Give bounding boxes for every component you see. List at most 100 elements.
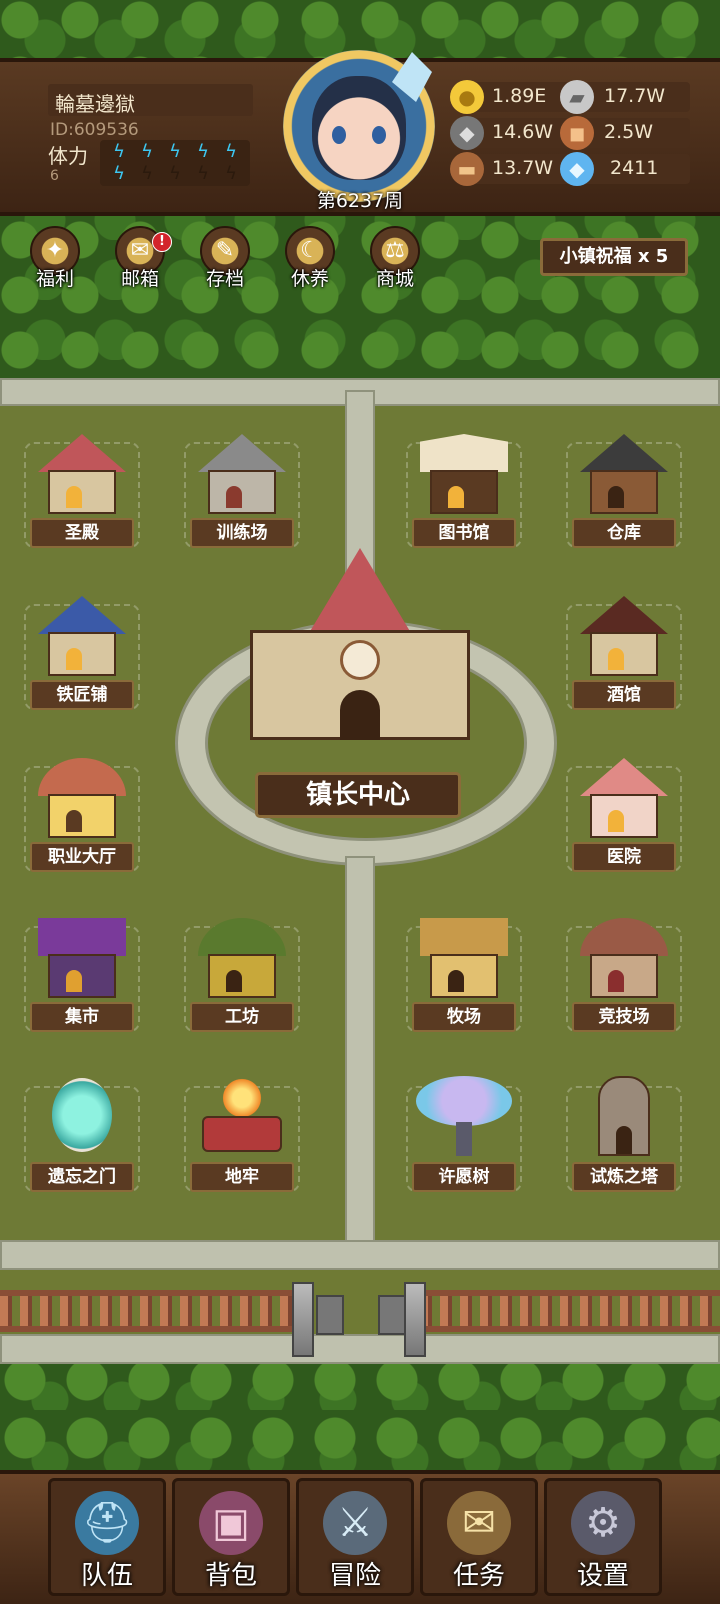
player-name: 輪墓邊獄 xyxy=(55,92,135,116)
nav-quest-label: 任务 xyxy=(452,1561,505,1591)
building-trial-tower[interactable]: 试炼之塔 xyxy=(562,1072,686,1202)
nav-settings-label: 设置 xyxy=(576,1561,629,1591)
crossed-swords-icon: ⚔ xyxy=(323,1491,387,1555)
menu-save[interactable]: ✎ 存档 xyxy=(190,226,262,292)
building-label: 酒馆 xyxy=(572,680,676,710)
building-ranch[interactable]: 牧场 xyxy=(402,912,526,1042)
building-dungeon[interactable]: 地牢 xyxy=(180,1072,304,1202)
stamina-bolt-icon: ϟ xyxy=(141,141,153,162)
tavern-icon xyxy=(580,596,668,676)
nav-team-label: 队伍 xyxy=(80,1561,133,1591)
building-label: 医院 xyxy=(572,842,676,872)
mail-notification-badge: ! xyxy=(152,232,172,252)
nav-quest-button[interactable]: ✉ 任务 xyxy=(420,1478,538,1596)
training-ground-icon xyxy=(198,434,286,514)
nav-adventure-button[interactable]: ⚔ 冒险 xyxy=(296,1478,414,1596)
nav-team-button[interactable]: ⛑ 队伍 xyxy=(48,1478,166,1596)
menu-welfare[interactable]: ✦ 福利 xyxy=(20,226,92,292)
building-class-hall[interactable]: 职业大厅 xyxy=(20,752,144,882)
resource-gold-value: 1.89E xyxy=(492,85,547,107)
wood-log-icon: ▬ xyxy=(450,152,484,186)
road-bottom xyxy=(0,1334,720,1364)
menu-shop[interactable]: ⚖ 商城 xyxy=(360,226,432,292)
building-workshop[interactable]: 工坊 xyxy=(180,912,304,1042)
wishing-tree-icon xyxy=(416,1076,512,1126)
arena-icon xyxy=(580,918,668,998)
building-label: 遗忘之门 xyxy=(30,1162,134,1192)
menu-mailbox-label: 邮箱 xyxy=(120,268,159,290)
stamina-label: 体力 xyxy=(48,144,88,168)
stamina-bolt-icon: ϟ xyxy=(169,141,181,162)
resource-wood-value: 13.7W xyxy=(492,157,554,179)
building-label: 许愿树 xyxy=(412,1162,516,1192)
settings-gear-icon: ⚙ xyxy=(571,1491,635,1555)
building-blacksmith[interactable]: 铁匠铺 xyxy=(20,590,144,720)
gate-door-left[interactable] xyxy=(316,1295,344,1335)
mayor-window-icon xyxy=(340,640,380,680)
building-label: 图书馆 xyxy=(412,518,516,548)
stamina-count: 6 xyxy=(50,168,59,184)
mayor-center-label[interactable]: 镇长中心 xyxy=(255,772,461,818)
resource-iron-value: 17.7W xyxy=(604,85,666,107)
building-wishing-tree[interactable]: 许愿树 xyxy=(402,1072,526,1202)
building-label: 工坊 xyxy=(190,1002,294,1032)
building-arena[interactable]: 竞技场 xyxy=(562,912,686,1042)
team-helmet-icon: ⛑ xyxy=(75,1491,139,1555)
player-id: ID:609536 xyxy=(50,120,139,140)
menu-rest[interactable]: ☾ 休养 xyxy=(275,226,347,292)
building-label: 牧场 xyxy=(412,1002,516,1032)
class-hall-icon xyxy=(38,758,126,838)
week-counter: 第6237周 xyxy=(316,190,404,212)
building-label: 竞技场 xyxy=(572,1002,676,1032)
building-warehouse[interactable]: 仓库 xyxy=(562,428,686,558)
iron-ingot-icon: ▰ xyxy=(560,80,594,114)
building-label: 训练场 xyxy=(190,518,294,548)
hospital-icon xyxy=(580,758,668,838)
stamina-bolt-empty-icon: ϟ xyxy=(169,163,181,184)
resource-stone-value: 14.6W xyxy=(492,121,554,143)
quest-scroll-icon: ✉ xyxy=(447,1491,511,1555)
building-market[interactable]: 集市 xyxy=(20,912,144,1042)
avatar-portrait xyxy=(312,76,406,180)
ranch-icon xyxy=(420,918,508,998)
building-temple[interactable]: 圣殿 xyxy=(20,428,144,558)
market-tent-icon xyxy=(38,918,126,998)
menu-shop-label: 商城 xyxy=(375,268,414,290)
town-blessing-button[interactable]: 小镇祝福 x 5 xyxy=(540,238,688,276)
building-tavern[interactable]: 酒馆 xyxy=(562,590,686,720)
tower-door xyxy=(616,1126,632,1154)
gate-door-right[interactable] xyxy=(378,1295,406,1335)
building-label: 地牢 xyxy=(190,1162,294,1192)
building-label: 试炼之塔 xyxy=(572,1162,676,1192)
workshop-icon xyxy=(198,918,286,998)
nav-settings-button[interactable]: ⚙ 设置 xyxy=(544,1478,662,1596)
building-hospital[interactable]: 医院 xyxy=(562,752,686,882)
gold-coin-icon: ● xyxy=(450,80,484,114)
forest-background-bottom xyxy=(0,1350,720,1470)
mayor-center-door xyxy=(340,690,380,740)
blacksmith-icon xyxy=(38,596,126,676)
tree-trunk xyxy=(456,1122,472,1156)
flame-icon xyxy=(220,1076,264,1120)
avatar-eye xyxy=(372,126,386,144)
building-library[interactable]: 图书馆 xyxy=(402,428,526,558)
stamina-bolt-icon: ϟ xyxy=(197,141,209,162)
building-label: 仓库 xyxy=(572,518,676,548)
portal-icon xyxy=(52,1078,112,1152)
resource-crystal-value: 2411 xyxy=(610,157,659,179)
nav-backpack-button[interactable]: ▣ 背包 xyxy=(172,1478,290,1596)
building-training-ground[interactable]: 训练场 xyxy=(180,428,304,558)
fence-right xyxy=(420,1290,720,1332)
stamina-bolt-icon: ϟ xyxy=(113,141,125,162)
library-book-icon xyxy=(420,434,508,514)
building-forgotten-gate[interactable]: 遗忘之门 xyxy=(20,1072,144,1202)
gate-post-left xyxy=(292,1282,314,1357)
stamina-bolt-empty-icon: ϟ xyxy=(225,163,237,184)
warehouse-icon xyxy=(580,434,668,514)
leather-icon: ◼ xyxy=(560,116,594,150)
menu-rest-label: 休养 xyxy=(290,268,329,290)
crystal-icon: ◆ xyxy=(560,152,594,186)
building-label: 圣殿 xyxy=(30,518,134,548)
building-label: 职业大厅 xyxy=(30,842,134,872)
nav-adventure-label: 冒险 xyxy=(328,1561,381,1591)
